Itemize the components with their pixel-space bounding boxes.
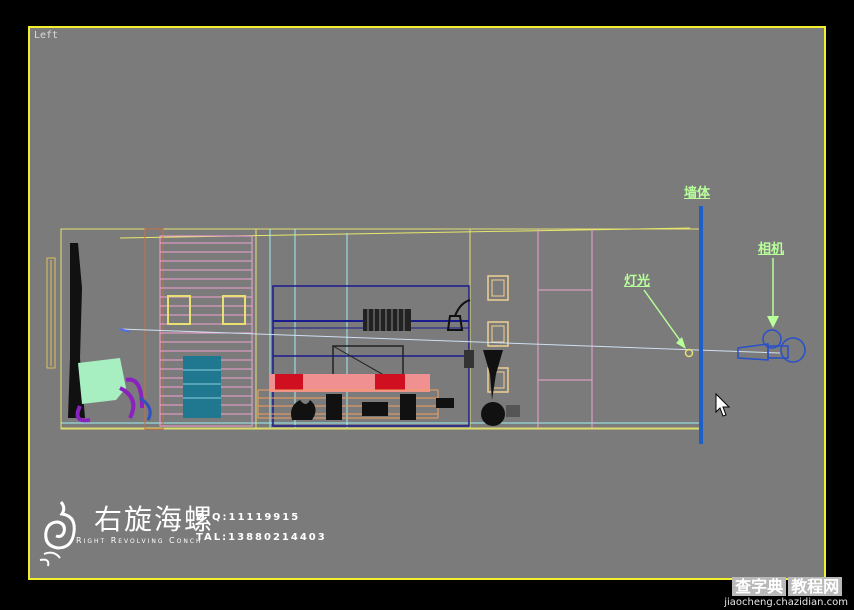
left-viewport[interactable]: Left 墙体 灯光 相机 右旋海螺 Right Revolving Conch… bbox=[28, 26, 826, 580]
light-marker bbox=[684, 348, 694, 358]
qq-contact: Q Q:11119915 bbox=[196, 512, 301, 523]
coffee-table-dark-2 bbox=[400, 394, 416, 420]
camera-annotation: 相机 bbox=[758, 242, 785, 257]
watermark-url: jiaocheng.chazidian.com bbox=[724, 597, 848, 608]
tel-contact: TAL:13880214403 bbox=[196, 532, 327, 543]
watermark-badge: 教程网 bbox=[788, 577, 843, 596]
lounge-chair bbox=[78, 358, 126, 404]
light-annotation: 灯光 bbox=[624, 274, 651, 289]
camera-object bbox=[737, 329, 806, 363]
sofa-cushion-red-1 bbox=[275, 374, 303, 390]
sofa-cushion-red-2 bbox=[375, 374, 405, 390]
mouse-cursor bbox=[715, 392, 731, 417]
side-box bbox=[436, 398, 454, 408]
conch-icon bbox=[39, 501, 76, 567]
frame-left bbox=[167, 295, 191, 325]
light-arrow bbox=[643, 289, 685, 347]
frame-right bbox=[222, 295, 246, 325]
brand-logo: 右旋海螺 Right Revolving Conch Q Q:11119915 … bbox=[36, 498, 336, 578]
scene-wireframe[interactable] bbox=[30, 28, 824, 578]
vase-ornament bbox=[446, 299, 471, 331]
teal-cabinet bbox=[183, 356, 221, 418]
site-watermark: 查字典 教程网 jiaocheng.chazidian.com bbox=[724, 573, 848, 608]
round-vase bbox=[481, 402, 505, 426]
wall-annotation: 墙体 bbox=[684, 186, 711, 201]
brand-name-en: Right Revolving Conch bbox=[76, 536, 203, 545]
coffee-table-dark-1 bbox=[326, 394, 342, 420]
watermark-site: 查字典 bbox=[732, 577, 787, 596]
